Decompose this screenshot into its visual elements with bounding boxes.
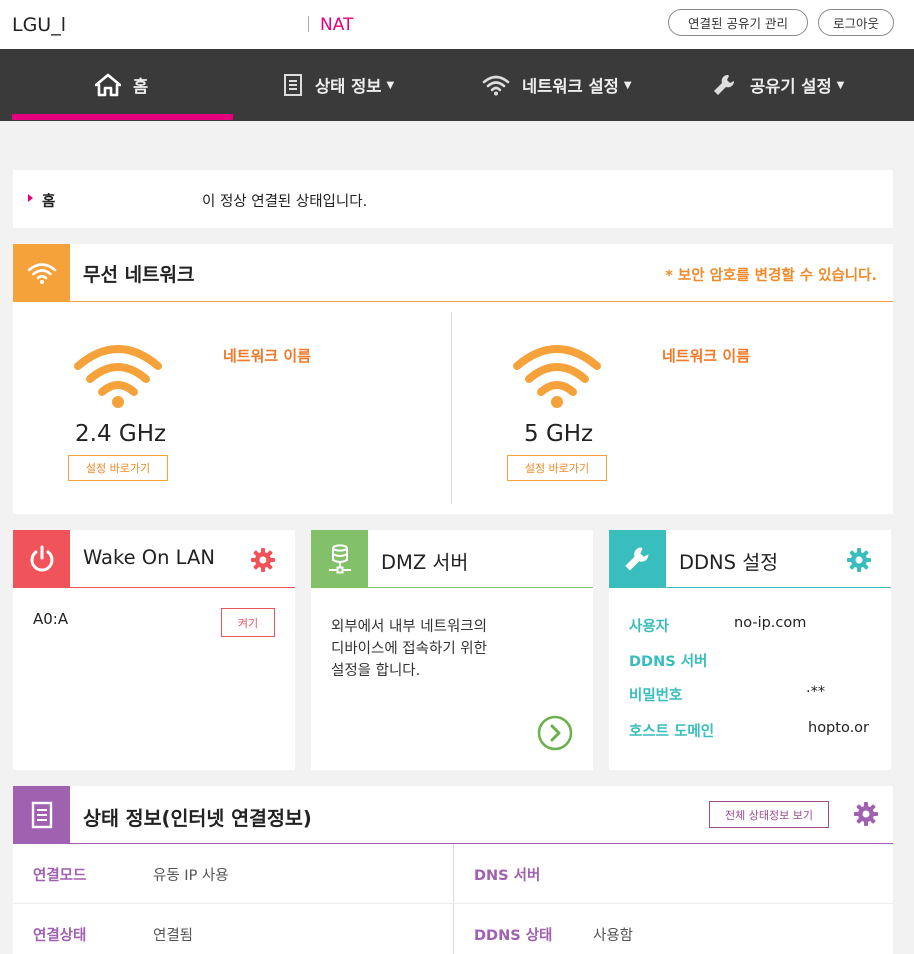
nav-item-status[interactable]: 상태 정보 ▼: [283, 49, 394, 121]
server-icon: [311, 530, 368, 587]
chevron-down-icon: ▼: [386, 79, 395, 91]
wifi-icon: [513, 342, 601, 414]
nav-item-home[interactable]: 홈: [95, 49, 148, 121]
dns-server-label: DNS 서버: [474, 868, 541, 884]
dmz-description-line: 설정을 합니다.: [331, 663, 421, 679]
breadcrumb: 홈 이 정상 연결된 상태입니다.: [13, 170, 893, 228]
connection-state-label: 연결상태: [33, 928, 87, 944]
nav-item-network[interactable]: 네트워크 설정 ▼: [482, 49, 632, 121]
nav-item-router[interactable]: 공유기 설정 ▼: [712, 49, 844, 121]
ddns-status-label: DDNS 상태: [474, 928, 553, 944]
status-panel-header: 상태 정보(인터넷 연결정보) 전체 상태정보 보기: [13, 786, 893, 844]
gear-icon[interactable]: [846, 547, 872, 577]
dmz-description-line: 디바이스에 접속하기 위한: [331, 641, 487, 657]
band-5-network-name-label: 네트워크 이름: [662, 347, 751, 365]
nav-router-label: 공유기 설정: [750, 77, 832, 96]
nav-active-indicator: [12, 114, 233, 120]
wol-power-on-button[interactable]: 켜기: [221, 608, 275, 637]
ddns-card: DDNS 설정 사용자 no-ip.com DDNS 서버 비밀번호 ·** 호…: [609, 530, 891, 770]
ddns-host-label: 호스트 도메인: [629, 724, 715, 740]
wireless-panel-title: 무선 네트워크: [83, 264, 195, 286]
nav-status-label: 상태 정보: [315, 77, 382, 96]
wireless-network-panel: 무선 네트워크 * 보안 암호를 변경할 수 있습니다. 네트워크 이름 2.4…: [13, 244, 893, 514]
chevron-down-icon: ▼: [623, 79, 632, 91]
wifi-icon: [74, 342, 162, 414]
ddns-server-label: DDNS 서버: [629, 654, 708, 670]
document-icon: [283, 73, 303, 97]
ddns-user-label: 사용자: [629, 619, 670, 635]
power-icon: [13, 530, 70, 587]
ddns-card-header: DDNS 설정: [609, 530, 891, 588]
connection-mode-label: 연결모드: [33, 868, 87, 884]
brand-name: LGU_l: [12, 14, 66, 36]
ddns-status-value: 사용함: [593, 928, 634, 944]
document-icon: [13, 786, 70, 844]
status-info-panel: 상태 정보(인터넷 연결정보) 전체 상태정보 보기 연결모드 유동 IP 사용…: [13, 786, 893, 954]
dmz-card-title: DMZ 서버: [381, 551, 469, 574]
wrench-icon: [712, 72, 738, 98]
wol-card-header: Wake On LAN: [13, 530, 295, 588]
wifi-icon: [482, 74, 510, 96]
nav-home-label: 홈: [133, 77, 149, 96]
status-column-divider: [453, 844, 454, 954]
connection-status-message: 이 정상 연결된 상태입니다.: [202, 194, 368, 210]
home-icon: [95, 73, 121, 97]
connected-router-manage-button[interactable]: 연결된 공유기 관리: [668, 9, 808, 36]
top-bar: LGU_l NAT 연결된 공유기 관리 로그아웃: [0, 0, 914, 49]
wake-on-lan-card: Wake On LAN A0:A 켜기: [13, 530, 295, 770]
view-all-status-button[interactable]: 전체 상태정보 보기: [709, 801, 829, 828]
router-mode: NAT: [320, 15, 354, 35]
breadcrumb-arrow-icon: [28, 194, 33, 202]
brand-separator: [308, 16, 309, 32]
wrench-icon: [609, 530, 666, 587]
arrow-right-circle-icon[interactable]: [537, 715, 573, 755]
dmz-card-header: DMZ 서버: [311, 530, 593, 588]
status-panel-title: 상태 정보(인터넷 연결정보): [83, 807, 312, 830]
wol-mac-address: A0:A: [33, 610, 69, 628]
band-24-network-name-label: 네트워크 이름: [223, 347, 312, 365]
ddns-password-value: ·**: [806, 684, 826, 700]
band-divider: [451, 312, 452, 504]
band-24-label: 2.4 GHz: [75, 421, 167, 447]
dmz-server-card: DMZ 서버 외부에서 내부 네트워크의 디바이스에 접속하기 위한 설정을 합…: [311, 530, 593, 770]
breadcrumb-current: 홈: [42, 194, 56, 210]
band-5-label: 5 GHz: [524, 421, 594, 447]
gear-icon[interactable]: [250, 547, 276, 577]
ddns-password-label: 비밀번호: [629, 688, 683, 704]
security-note: * 보안 암호를 변경할 수 있습니다.: [665, 268, 877, 284]
dmz-description-line: 외부에서 내부 네트워크의: [331, 619, 487, 635]
ddns-host-value: hopto.or: [808, 720, 870, 736]
wireless-panel-header: 무선 네트워크 * 보안 암호를 변경할 수 있습니다.: [13, 244, 893, 302]
status-row-divider: [13, 903, 893, 904]
logout-button[interactable]: 로그아웃: [818, 9, 894, 36]
ddns-user-value: no-ip.com: [734, 615, 807, 631]
chevron-down-icon: ▼: [836, 79, 845, 91]
dmz-description: 외부에서 내부 네트워크의 디바이스에 접속하기 위한 설정을 합니다.: [331, 616, 571, 682]
wifi-icon: [13, 244, 70, 302]
band-5-settings-button[interactable]: 설정 바로가기: [507, 455, 607, 481]
wol-card-title: Wake On LAN: [83, 546, 215, 569]
connection-state-value: 연결됨: [153, 928, 194, 944]
connection-mode-value: 유동 IP 사용: [153, 868, 229, 884]
main-nav: 홈 상태 정보 ▼ 네트워크 설정 ▼ 공유기 설정 ▼: [0, 49, 914, 121]
nav-network-label: 네트워크 설정: [522, 77, 619, 96]
band-24-settings-button[interactable]: 설정 바로가기: [68, 455, 168, 481]
ddns-card-title: DDNS 설정: [679, 551, 779, 574]
gear-icon[interactable]: [853, 801, 879, 831]
